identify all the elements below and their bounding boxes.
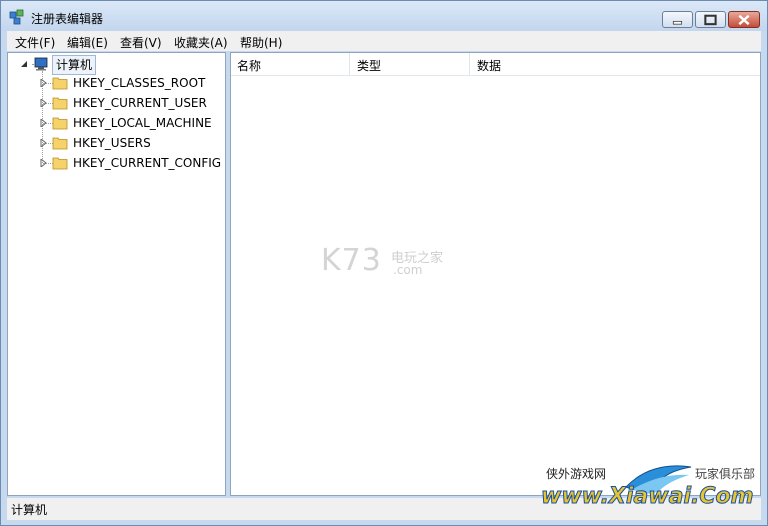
folder-icon: [52, 77, 68, 90]
status-path: 计算机: [11, 503, 48, 517]
column-header-type[interactable]: 类型: [357, 57, 381, 74]
tree-item-hku[interactable]: HKEY_USERS: [38, 134, 223, 152]
tree-item-hkcc[interactable]: HKEY_CURRENT_CONFIG: [38, 154, 223, 172]
tree-label-computer: 计算机: [52, 55, 97, 75]
menu-edit[interactable]: 编辑(E): [67, 34, 108, 51]
k73-watermark-domain: .com: [393, 263, 423, 277]
tree-item-hkcr[interactable]: HKEY_CLASSES_ROOT: [38, 74, 223, 92]
menu-favorites[interactable]: 收藏夹(A): [174, 34, 228, 51]
collapse-arrow-icon: [21, 61, 27, 67]
computer-icon: [34, 57, 48, 71]
minimize-button[interactable]: [662, 11, 693, 28]
menu-file[interactable]: 文件(F): [15, 34, 55, 51]
title-bar[interactable]: 注册表编辑器: [1, 1, 767, 31]
tree-label: HKEY_LOCAL_MACHINE: [73, 116, 212, 130]
maximize-button[interactable]: [695, 11, 726, 28]
minimize-icon: [672, 20, 683, 25]
column-header-data[interactable]: 数据: [477, 57, 501, 74]
close-icon: [738, 14, 750, 26]
list-header: 名称 类型 数据: [231, 53, 760, 76]
column-header-name[interactable]: 名称: [237, 57, 261, 74]
folder-icon: [52, 97, 68, 110]
maximize-icon: [704, 14, 717, 26]
folder-icon: [52, 117, 68, 130]
tree-item-computer[interactable]: 计算机: [18, 55, 218, 75]
tree-item-hkcu[interactable]: HKEY_CURRENT_USER: [38, 94, 223, 112]
column-divider[interactable]: [349, 53, 350, 75]
tree-label: HKEY_CLASSES_ROOT: [73, 76, 206, 90]
registry-editor-icon: [9, 9, 24, 25]
window-title: 注册表编辑器: [31, 12, 104, 26]
folder-icon: [52, 137, 68, 150]
tree-item-hklm[interactable]: HKEY_LOCAL_MACHINE: [38, 114, 223, 132]
menu-bar: 文件(F) 编辑(E) 查看(V) 收藏夹(A) 帮助(H): [7, 31, 761, 51]
folder-icon: [52, 157, 68, 170]
tree-label: HKEY_CURRENT_CONFIG: [73, 156, 222, 170]
logo-main-text: www.Xiawai.Com: [541, 484, 755, 510]
logo-right-text: 玩家俱乐部: [695, 467, 756, 481]
menu-help[interactable]: 帮助(H): [240, 34, 282, 51]
registry-editor-window: 注册表编辑器 文件(F) 编辑(E) 查看(V) 收藏夹(A) 帮助(H) 计算…: [0, 0, 768, 526]
k73-watermark: K73: [321, 243, 382, 278]
close-button[interactable]: [728, 11, 760, 28]
column-divider[interactable]: [469, 53, 470, 75]
values-list[interactable]: 名称 类型 数据: [230, 52, 761, 496]
registry-tree[interactable]: 计算机 HKEY_CLASSES_ROOT HKEY_CURRENT_USER …: [7, 52, 226, 496]
tree-label: HKEY_CURRENT_USER: [73, 96, 207, 110]
tree-label: HKEY_USERS: [73, 136, 151, 150]
menu-view[interactable]: 查看(V): [120, 34, 162, 51]
logo-left-text: 侠外游戏网: [546, 467, 607, 481]
